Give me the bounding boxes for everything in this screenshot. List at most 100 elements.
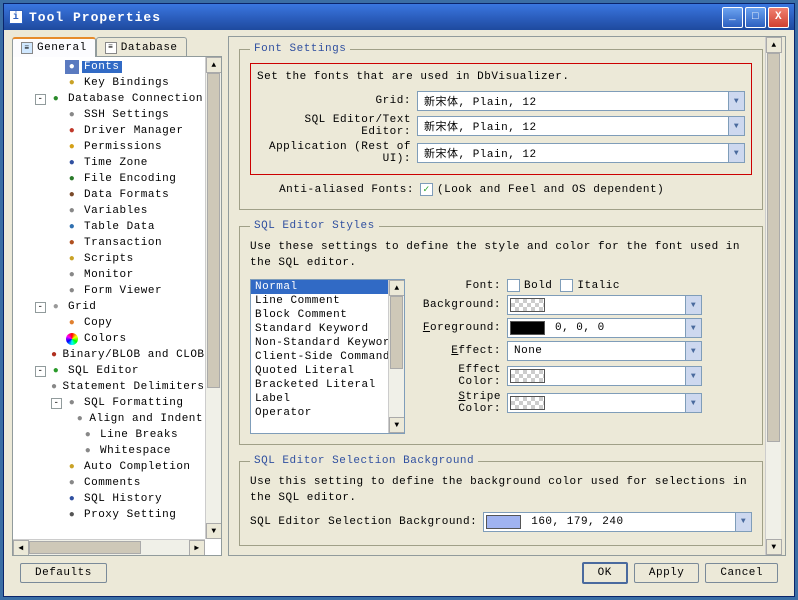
background-combo[interactable]: ▼ [507,295,702,315]
stripe-color-combo[interactable]: ▼ [507,393,702,413]
tree-hscroll[interactable]: ◀ ▶ [13,539,205,555]
chevron-down-icon[interactable]: ▼ [735,513,751,531]
scroll-up-icon[interactable]: ▲ [389,280,405,296]
tree-item[interactable]: ●Whitespace [13,443,205,459]
combo-value: 新宋体, Plain, 12 [418,93,728,109]
tree-item[interactable]: ●Permissions [13,139,205,155]
tab-database[interactable]: ≡ Database [96,37,187,57]
anti-aliased-checkbox[interactable]: ✓ [420,183,433,196]
tree-item[interactable]: -●SQL Formatting [13,395,205,411]
chevron-down-icon[interactable]: ▼ [728,92,744,110]
tree-item[interactable]: -●Grid [13,299,205,315]
tree-item[interactable]: ●Line Breaks [13,427,205,443]
list-item[interactable]: Client-Side Command [251,350,404,364]
list-item[interactable]: Operator [251,406,404,420]
tree-item[interactable]: ●Scripts [13,251,205,267]
effect-color-label: Effect Color: [417,364,507,388]
tree-item[interactable]: ●File Encoding [13,171,205,187]
font-settings-desc: Set the fonts that are used in DbVisuali… [257,70,745,85]
tree-item[interactable]: ●Fonts [13,59,205,75]
scroll-down-icon[interactable]: ▼ [389,417,405,433]
apply-button[interactable]: Apply [634,563,700,583]
tree-toggle-icon[interactable]: - [35,94,46,105]
chevron-down-icon[interactable]: ▼ [728,117,744,135]
tree-item[interactable]: ●Align and Indent [13,411,205,427]
list-item[interactable]: Label [251,392,404,406]
tree-item[interactable]: ●Proxy Setting [13,507,205,523]
tree-vscroll[interactable]: ▲ ▼ [205,57,221,539]
tree-item[interactable]: ●Time Zone [13,155,205,171]
tree-item[interactable]: -●SQL Editor [13,363,205,379]
italic-label: Italic [577,280,620,292]
chevron-down-icon[interactable]: ▼ [685,296,701,314]
chevron-down-icon[interactable]: ▼ [685,342,701,360]
effect-combo[interactable]: None ▼ [507,341,702,361]
scroll-down-icon[interactable]: ▼ [766,539,782,555]
list-item[interactable]: Non-Standard Keyword [251,336,404,350]
tree-item[interactable]: ●Copy [13,315,205,331]
scroll-up-icon[interactable]: ▲ [766,37,782,53]
bold-checkbox[interactable] [507,279,520,292]
tree-item[interactable]: ●Comments [13,475,205,491]
list-item[interactable]: Line Comment [251,294,404,308]
list-vscroll[interactable]: ▲ ▼ [388,280,404,433]
defaults-button[interactable]: Defaults [20,563,107,583]
tree-item[interactable]: ●Form Viewer [13,283,205,299]
tree-node-icon: ● [65,220,79,234]
chevron-down-icon[interactable]: ▼ [685,394,701,412]
chevron-down-icon[interactable]: ▼ [728,144,744,162]
tree-item[interactable]: ●Statement Delimiters [13,379,205,395]
minimize-button[interactable]: _ [722,7,743,28]
scroll-up-icon[interactable]: ▲ [206,57,222,73]
selection-bg-combo[interactable]: 160, 179, 240 ▼ [483,512,752,532]
tree-item[interactable]: ●Variables [13,203,205,219]
tree-toggle-icon[interactable]: - [35,366,46,377]
foreground-combo[interactable]: 0, 0, 0 ▼ [507,318,702,338]
tree-item[interactable]: ●Auto Completion [13,459,205,475]
tree-item[interactable]: ●Key Bindings [13,75,205,91]
tree-item[interactable]: Colors [13,331,205,347]
font-combo[interactable]: 新宋体, Plain, 12▼ [417,143,745,163]
tree-item[interactable]: ●Binary/BLOB and CLOB Data [13,347,205,363]
tab-general[interactable]: ≡ General [12,37,96,57]
chevron-down-icon[interactable]: ▼ [685,319,701,337]
tool-properties-window: i Tool Properties _ □ X ≡ General ≡ Data… [3,3,795,597]
nav-tree[interactable]: ●Fonts●Key Bindings-●Database Connection… [13,57,205,525]
close-button[interactable]: X [768,7,789,28]
tree-item[interactable]: ●SSH Settings [13,107,205,123]
maximize-button[interactable]: □ [745,7,766,28]
italic-checkbox[interactable] [560,279,573,292]
font-combo[interactable]: 新宋体, Plain, 12▼ [417,91,745,111]
sql-styles-desc: Use these settings to define the style a… [250,240,752,271]
font-combo[interactable]: 新宋体, Plain, 12▼ [417,116,745,136]
tree-item[interactable]: ●Data Formats [13,187,205,203]
tree-item[interactable]: -●Database Connection [13,91,205,107]
chevron-down-icon[interactable]: ▼ [685,367,701,385]
list-item[interactable]: Block Comment [251,308,404,322]
scroll-left-icon[interactable]: ◀ [13,540,29,556]
tree-node-icon: ● [65,156,79,170]
tree-item-label: SQL Formatting [82,397,185,409]
effect-color-combo[interactable]: ▼ [507,366,702,386]
font-label: Font: [417,280,507,292]
list-item[interactable]: Bracketed Literal [251,378,404,392]
panel-vscroll[interactable]: ▲ ▼ [765,37,781,555]
left-panel: ≡ General ≡ Database ●Fonts●Key Bindings… [12,36,222,556]
tree-toggle-icon[interactable]: - [35,302,46,313]
tree-node-icon: ● [65,236,79,250]
tree-item[interactable]: ●Transaction [13,235,205,251]
list-item[interactable]: Quoted Literal [251,364,404,378]
list-item[interactable]: Normal [251,280,404,294]
combo-value: None [508,345,685,357]
scroll-down-icon[interactable]: ▼ [206,523,222,539]
list-item[interactable]: Standard Keyword [251,322,404,336]
tree-item[interactable]: ●Monitor [13,267,205,283]
scroll-right-icon[interactable]: ▶ [189,540,205,556]
tree-item[interactable]: ●Table Data [13,219,205,235]
ok-button[interactable]: OK [582,562,628,584]
cancel-button[interactable]: Cancel [705,563,778,583]
tree-toggle-icon[interactable]: - [51,398,62,409]
tree-item[interactable]: ●Driver Manager [13,123,205,139]
tree-item[interactable]: ●SQL History [13,491,205,507]
styles-list[interactable]: NormalLine CommentBlock CommentStandard … [250,279,405,434]
